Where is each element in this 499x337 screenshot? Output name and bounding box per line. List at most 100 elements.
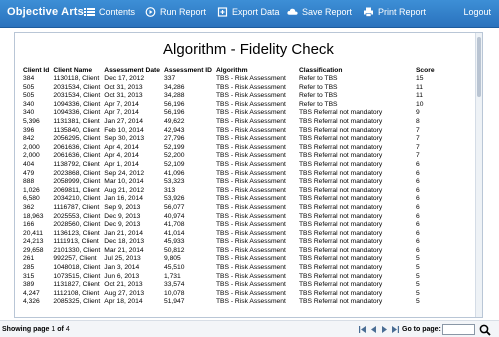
- cell-assessment-date: Sep 24, 2012: [104, 169, 145, 177]
- first-page-icon[interactable]: [358, 325, 367, 334]
- cell-assessment-id: 40,974: [164, 212, 185, 220]
- top-navbar: Objective Arts Contents Run Report Expor…: [0, 0, 499, 28]
- cell-assessment-date: Apr 4, 2014: [104, 152, 139, 160]
- cell-assessment-id: 52,199: [164, 143, 185, 151]
- table-row: 166 2028560, Client Dec 9, 2013 41,708 TBS -…: [21, 221, 442, 230]
- logout-button[interactable]: Logout: [463, 7, 491, 17]
- cell-classification: TBS Referral not mandatory: [298, 117, 383, 125]
- cell-assessment-id: 52,109: [164, 160, 185, 168]
- report-scrollbar[interactable]: [475, 33, 482, 317]
- search-icon[interactable]: [479, 324, 491, 336]
- export-icon: [217, 7, 228, 17]
- cell-assessment-date: Dec 9, 2013: [104, 221, 141, 229]
- cell-assessment-date: Jul 25, 2013: [104, 255, 141, 263]
- cell-assessment-id: 49,622: [164, 117, 185, 125]
- current-page: 1: [51, 326, 56, 333]
- report-table: Client Id Client Name Assessment Date As…: [21, 66, 442, 307]
- cell-score: 5: [415, 255, 420, 263]
- cell-client-id: 261: [23, 255, 35, 263]
- scroll-thumb[interactable]: [477, 37, 481, 97]
- cell-score: 7: [415, 152, 420, 160]
- prev-page-icon[interactable]: [369, 325, 378, 334]
- export-data-button[interactable]: Export Data: [217, 7, 280, 17]
- cell-assessment-date: Jan 3, 2014: [104, 264, 140, 272]
- cell-client-name: 1073515, Client: [53, 272, 101, 280]
- cell-classification: TBS Referral not mandatory: [298, 255, 383, 263]
- save-report-label: Save Report: [302, 7, 353, 17]
- cell-algorithm: TBS - Risk Assessment: [215, 195, 286, 203]
- cell-client-name: 1130118, Client: [53, 75, 100, 82]
- cell-client-id: 505: [23, 92, 35, 100]
- app-brand[interactable]: Objective Arts: [7, 6, 84, 18]
- contents-button[interactable]: Contents: [84, 7, 135, 17]
- cell-algorithm: TBS - Risk Assessment: [215, 100, 286, 108]
- cell-assessment-id: 337: [164, 75, 176, 82]
- table-row: 384 1130118, Client Dec 17, 2012 337 TBS - R…: [21, 75, 442, 84]
- cell-score: 5: [415, 264, 420, 272]
- cell-classification: Refer to TBS: [298, 92, 338, 100]
- goto-page-input[interactable]: [442, 324, 475, 335]
- cell-algorithm: TBS - Risk Assessment: [215, 281, 286, 289]
- cell-client-name: 2061636, Client: [53, 143, 101, 151]
- cell-classification: TBS Referral not mandatory: [298, 186, 383, 194]
- table-row: 6,580 2034210, Client Jan 16, 2014 53,926 TB…: [21, 195, 442, 204]
- last-page-icon[interactable]: [391, 325, 400, 334]
- cell-assessment-date: Jan 16, 2014: [104, 195, 143, 203]
- printer-icon: [364, 7, 373, 17]
- cell-algorithm: TBS - Risk Assessment: [215, 169, 286, 177]
- cell-classification: TBS Referral not mandatory: [298, 143, 383, 151]
- footer-bar: Showing page 1 of 4 Go to page:: [0, 320, 499, 337]
- cell-score: 5: [415, 289, 420, 297]
- cell-score: 6: [415, 160, 420, 168]
- run-report-button[interactable]: Run Report: [145, 7, 206, 17]
- cell-assessment-id: 56,196: [164, 100, 185, 108]
- table-row: 315 1073515, Client Jun 6, 2013 1,731 TBS - …: [21, 273, 442, 282]
- next-page-icon[interactable]: [380, 325, 389, 334]
- cell-classification: TBS Referral not mandatory: [298, 195, 383, 203]
- cell-client-name: 2061636, Client: [53, 152, 101, 160]
- col-score: Score: [415, 67, 435, 74]
- print-report-label: Print Report: [378, 7, 427, 17]
- report-panel[interactable]: Algorithm - Fidelity Check Client Id Cli…: [14, 32, 483, 318]
- cell-assessment-date: Oct 31, 2013: [104, 83, 143, 91]
- cell-score: 5: [415, 298, 420, 306]
- cell-client-name: 2034210, Client: [53, 195, 101, 203]
- cell-classification: TBS Referral not mandatory: [298, 169, 383, 177]
- cell-classification: TBS Referral not mandatory: [298, 212, 383, 220]
- cell-algorithm: TBS - Risk Assessment: [215, 272, 286, 280]
- cell-algorithm: TBS - Risk Assessment: [215, 238, 286, 246]
- cell-client-name: 2031534, Client: [53, 83, 101, 91]
- cell-score: 11: [415, 92, 423, 100]
- table-row: 285 1048018, Client Jan 3, 2014 45,510 TBS -…: [21, 264, 442, 273]
- cell-client-name: 2031534, Client: [53, 92, 101, 100]
- cell-assessment-id: 10,078: [164, 289, 185, 297]
- cell-assessment-id: 313: [164, 186, 176, 194]
- cell-score: 11: [415, 83, 423, 91]
- cell-client-id: 29,658: [23, 246, 44, 254]
- cell-client-name: 1135840, Client: [53, 126, 100, 134]
- table-row: 4,247 1112108, Client Aug 27, 2013 10,078 TB…: [21, 290, 442, 299]
- cell-algorithm: TBS - Risk Assessment: [215, 289, 286, 297]
- cell-classification: Refer to TBS: [298, 100, 338, 108]
- cell-assessment-id: 45,510: [164, 264, 185, 272]
- cell-assessment-id: 33,574: [164, 281, 185, 289]
- cell-assessment-date: Dec 17, 2012: [104, 75, 145, 82]
- cell-client-id: 6,580: [23, 195, 40, 203]
- table-body: 384 1130118, Client Dec 17, 2012 337 TBS - R…: [21, 75, 442, 307]
- cell-assessment-date: Oct 21, 2013: [104, 281, 143, 289]
- table-row: 5,396 1131381, Client Jan 27, 2014 49,622 TB…: [21, 118, 442, 127]
- cell-score: 6: [415, 212, 420, 220]
- cell-assessment-date: Jan 21, 2014: [104, 229, 143, 237]
- cell-score: 6: [415, 246, 420, 254]
- save-report-button[interactable]: Save Report: [287, 7, 352, 17]
- col-client-id: Client Id: [23, 67, 50, 74]
- print-report-button[interactable]: Print Report: [363, 7, 426, 17]
- cell-client-name: 2056295, Client: [53, 135, 101, 143]
- cell-client-name: 2069811, Client: [53, 186, 100, 194]
- table-row: 2,000 2061636, Client Apr 4, 2014 52,199 TBS…: [21, 144, 442, 153]
- cell-score: 6: [415, 178, 420, 186]
- cell-assessment-id: 51,947: [164, 298, 185, 306]
- cell-client-name: 992257, Client: [53, 255, 97, 263]
- cell-classification: TBS Referral not mandatory: [298, 221, 383, 229]
- col-algorithm: Algorithm: [215, 67, 248, 74]
